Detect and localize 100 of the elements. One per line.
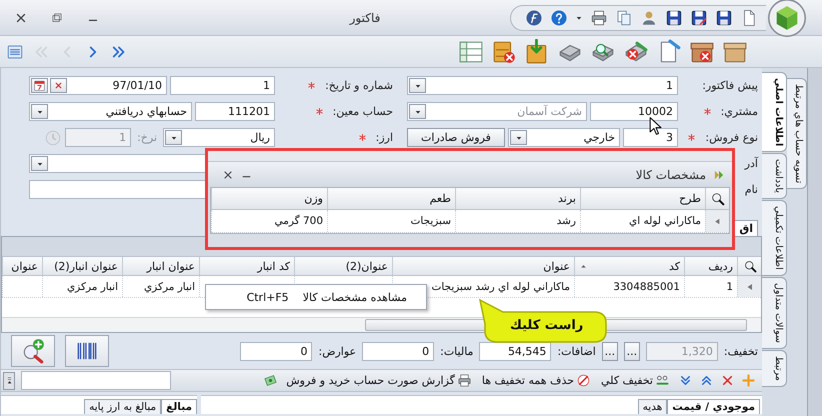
no-entry-icon: [576, 373, 592, 388]
dropdown-button[interactable]: [510, 130, 527, 145]
dropdown-button[interactable]: [31, 156, 48, 171]
combo-value: ريال: [250, 131, 270, 144]
popup-title: مشخصات كالا: [636, 168, 706, 182]
side-tab[interactable]: اطلاعات اصلي: [762, 72, 787, 152]
dropdown-button[interactable]: [31, 104, 48, 119]
table-cell: سبزيجات: [327, 210, 455, 232]
column-header[interactable]: كد: [574, 257, 684, 275]
delete-icon[interactable]: [720, 373, 735, 388]
text-field[interactable]: 0: [240, 342, 312, 360]
table-cell: ماكاراني لوله اي: [580, 210, 705, 232]
move-down-icon[interactable]: [678, 373, 693, 388]
field-label: نرخ:: [136, 131, 158, 144]
tab[interactable]: هديه: [638, 399, 668, 414]
text-field[interactable]: 0: [362, 342, 434, 360]
more-button[interactable]: ...: [602, 342, 618, 360]
column-header[interactable]: عنوان: [392, 257, 574, 275]
text-field[interactable]: 10002: [590, 102, 678, 121]
table-cell: 700 گرمي: [211, 210, 327, 232]
tab[interactable]: موجودي / قيمت: [667, 399, 760, 414]
table-cell: رشد: [455, 210, 580, 232]
column-header[interactable]: عنوان انبار(2): [42, 257, 122, 275]
cube-logo-icon[interactable]: [768, 0, 806, 36]
side-tab[interactable]: تسويه حساب هاي مرتبط: [787, 78, 807, 190]
text-field[interactable]: 111201: [195, 102, 275, 121]
side-tab[interactable]: يادداشت: [762, 153, 787, 200]
barcode-button[interactable]: [65, 335, 109, 367]
move-up-icon[interactable]: [699, 373, 714, 388]
column-header[interactable]: عنوان: [2, 257, 42, 275]
clear-button[interactable]: [50, 78, 67, 93]
text-field[interactable]: 1: [170, 76, 275, 95]
side-tab[interactable]: مرتبط: [762, 350, 787, 387]
tab[interactable]: مبالغ به ارز پايه: [84, 399, 162, 414]
list-icon[interactable]: [6, 42, 24, 60]
tab[interactable]: مبالغ: [161, 399, 197, 414]
banknote-icon[interactable]: [263, 373, 278, 388]
restore-icon[interactable]: [50, 10, 64, 24]
grip-button[interactable]: [3, 372, 15, 390]
field-label: ارز:: [376, 131, 393, 144]
date-value: 97/01/10: [112, 79, 162, 92]
combo-value: 1: [666, 79, 673, 92]
text-field[interactable]: 3: [623, 128, 678, 147]
field-label: تخفيف:: [724, 344, 758, 358]
text-field[interactable]: [21, 371, 171, 390]
column-header[interactable]: برند: [455, 188, 580, 209]
field-label: ماليات:: [440, 344, 474, 358]
column-header[interactable]: رديف: [684, 257, 737, 275]
clear-icon: [53, 80, 64, 91]
export-sale-button[interactable]: فروش صادرات: [407, 128, 505, 147]
field-label: نام: [744, 183, 758, 196]
spreadsheet-icon[interactable]: [458, 38, 484, 64]
side-tab[interactable]: سوالات متداول: [762, 276, 787, 349]
column-header[interactable]: وزن: [211, 188, 327, 209]
search-icon[interactable]: [710, 190, 726, 206]
table-cell: انبار مركزي: [42, 276, 122, 297]
column-header[interactable]: عنوان(2): [294, 257, 392, 275]
help-icon[interactable]: [550, 8, 568, 26]
combo-box[interactable]: خارجي: [508, 128, 620, 147]
dropdown-button[interactable]: [409, 104, 426, 119]
table-cell: 3304885001: [574, 276, 684, 297]
user-icon[interactable]: [640, 8, 658, 26]
field-label: آدر: [744, 157, 758, 170]
printer-icon: [456, 373, 472, 388]
column-header[interactable]: طعم: [327, 188, 455, 209]
close-icon[interactable]: [222, 168, 234, 180]
function-icon[interactable]: [525, 8, 543, 26]
field-label: نوع فروش:: [705, 131, 758, 144]
combo-box[interactable]: 1: [407, 76, 678, 95]
add-search-button[interactable]: [11, 335, 55, 367]
field-label: پيش فاكتور:: [702, 79, 758, 92]
printer-icon[interactable]: [590, 8, 608, 26]
tab[interactable]: اق: [734, 220, 758, 236]
combo-box[interactable]: ريال: [163, 128, 275, 147]
toolbar-button[interactable]: حذف همه تخفيف ها: [480, 373, 594, 388]
table-cell: انبار مركزي: [122, 276, 199, 297]
search-icon[interactable]: [743, 258, 758, 274]
field-label: حساب معين:: [332, 105, 393, 118]
column-header[interactable]: عنوان انبار: [122, 257, 199, 275]
column-header[interactable]: كد انبار: [199, 257, 294, 275]
cabinet-delete-icon[interactable]: [491, 38, 517, 64]
dropdown-button[interactable]: [409, 78, 426, 93]
more-button[interactable]: ...: [624, 342, 640, 360]
field-label: عوارض:: [318, 344, 356, 358]
save-icon[interactable]: [715, 8, 733, 26]
field-label: اضافات:: [557, 344, 596, 358]
calendar-button[interactable]: [31, 78, 48, 93]
save-icon[interactable]: [665, 8, 683, 26]
copy-icon[interactable]: [615, 8, 633, 26]
field-label: مشتري:: [720, 105, 758, 118]
combo-box[interactable]: حسابهاي دريافتني: [29, 102, 192, 121]
save-edit-icon[interactable]: [690, 8, 708, 26]
table-cell: 1: [684, 276, 737, 297]
text-field[interactable]: 54,545: [479, 342, 552, 360]
dropdown-button[interactable]: [165, 130, 182, 145]
column-header[interactable]: طرح: [580, 188, 705, 209]
toolbar-button[interactable]: گزارش صورت حساب خريد و فروش: [284, 373, 474, 388]
date-field[interactable]: 97/01/10: [29, 76, 167, 95]
toolbar-button[interactable]: تخفيف كلي: [599, 373, 672, 388]
side-tab[interactable]: اطلاعات تكميلي: [762, 200, 787, 276]
